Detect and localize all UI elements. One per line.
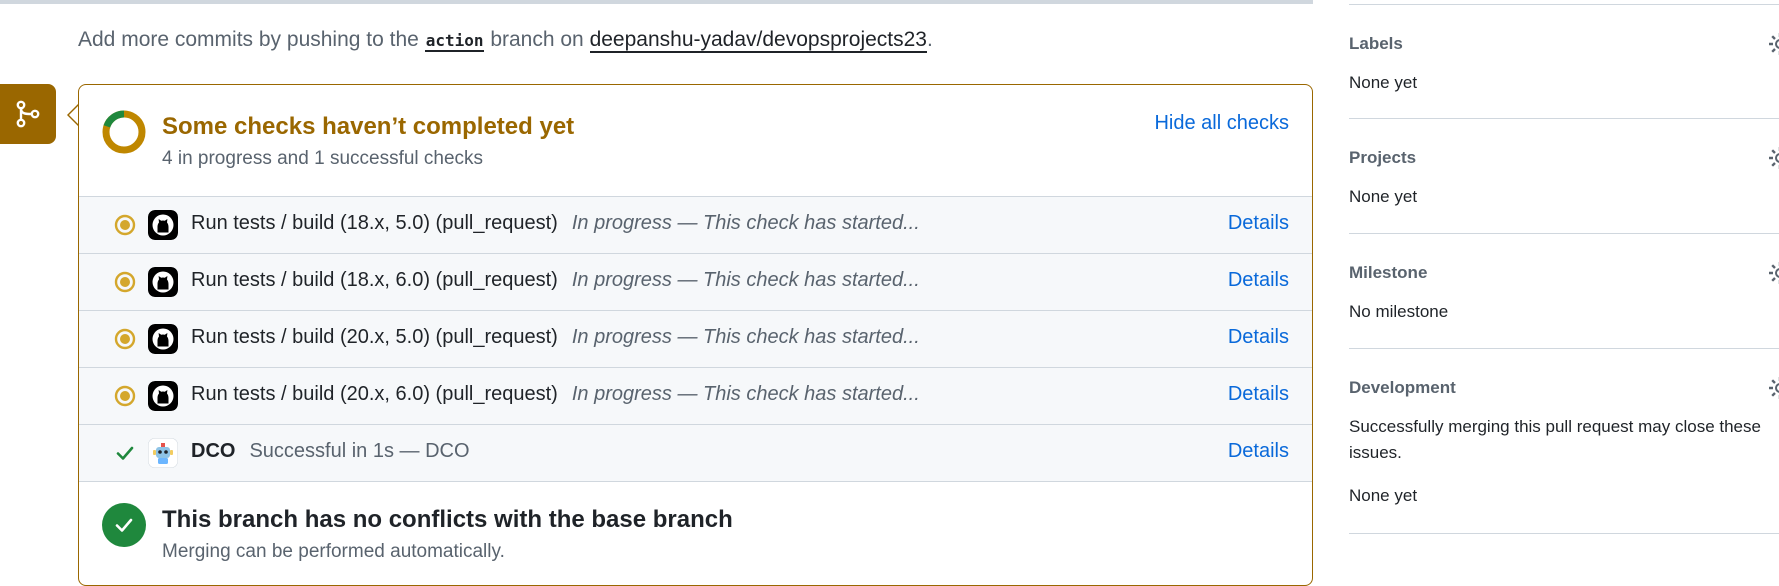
milestone-heading[interactable]: Milestone (1349, 263, 1427, 283)
github-icon (148, 267, 178, 297)
labels-heading[interactable]: Labels (1349, 34, 1403, 54)
milestone-value: No milestone (1349, 302, 1449, 321)
repo-link[interactable]: deepanshu-yadav/devopsprojects23 (589, 28, 927, 53)
development-description-line2: issues. (1349, 443, 1402, 462)
projects-heading[interactable]: Projects (1349, 148, 1416, 168)
dco-bot-icon (148, 438, 178, 468)
gear-icon[interactable] (1767, 145, 1779, 171)
github-icon (148, 210, 178, 240)
branch-name[interactable]: action (424, 31, 485, 52)
check-details-link[interactable]: Details (1228, 269, 1289, 292)
check-name: DCO (191, 440, 236, 462)
sidebar-section-labels: Labels None yet (1349, 4, 1779, 119)
hide-all-checks-link[interactable]: Hide all checks (1154, 112, 1289, 135)
development-heading[interactable]: Development (1349, 378, 1456, 398)
sidebar-section-development: Development Successfully merging this pu… (1349, 348, 1779, 534)
gear-icon[interactable] (1767, 31, 1779, 57)
push-hint-suffix: . (926, 28, 933, 51)
check-row: Run tests / build (18.x, 5.0) (pull_requ… (79, 197, 1312, 254)
merge-box: Some checks haven’t completed yet 4 in p… (78, 84, 1313, 586)
check-row: Run tests / build (18.x, 6.0) (pull_requ… (79, 254, 1312, 311)
sidebar-section-projects: Projects None yet (1349, 118, 1779, 234)
projects-value: None yet (1349, 187, 1418, 206)
github-icon (148, 381, 178, 411)
push-hint-prefix: Add more commits by pushing to the (78, 28, 419, 51)
in-progress-icon (114, 271, 136, 293)
gear-icon[interactable] (1767, 375, 1779, 401)
push-hint-middle: branch on (490, 28, 584, 51)
check-row: DCO Successful in 1s — DCO Details (79, 425, 1312, 482)
in-progress-icon (114, 214, 136, 236)
git-branch-icon (16, 100, 40, 128)
checks-title: Some checks haven’t completed yet (162, 113, 575, 140)
timeline-divider (0, 0, 1313, 4)
development-value: None yet (1349, 486, 1418, 505)
check-row: Run tests / build (20.x, 5.0) (pull_requ… (79, 311, 1312, 368)
no-conflicts-title: This branch has no conflicts with the ba… (162, 506, 733, 533)
check-description: In progress — This check has started... (571, 269, 920, 291)
check-name: Run tests / build (18.x, 5.0) (pull_requ… (191, 212, 558, 234)
check-details-link[interactable]: Details (1228, 212, 1289, 235)
in-progress-icon (114, 385, 136, 407)
no-conflicts-section: This branch has no conflicts with the ba… (79, 480, 1312, 585)
check-name: Run tests / build (20.x, 6.0) (pull_requ… (191, 383, 558, 405)
no-conflicts-subtitle: Merging can be performed automatically. (162, 541, 505, 562)
check-description: In progress — This check has started... (571, 326, 920, 348)
push-hint: Add more commits by pushing to the actio… (78, 28, 933, 53)
checks-progress-donut-icon (102, 110, 146, 154)
check-icon (116, 446, 134, 460)
check-description: In progress — This check has started... (571, 383, 920, 405)
sidebar-section-divider (1349, 533, 1779, 567)
checks-list: Run tests / build (18.x, 5.0) (pull_requ… (79, 197, 1312, 482)
merge-status-badge (0, 84, 56, 144)
sidebar: Labels None yet Projects None yet Milest… (1349, 0, 1779, 566)
check-details-link[interactable]: Details (1228, 326, 1289, 349)
in-progress-icon (114, 328, 136, 350)
check-description: Successful in 1s — DCO (249, 440, 470, 462)
check-name: Run tests / build (20.x, 5.0) (pull_requ… (191, 326, 558, 348)
sidebar-section-milestone: Milestone No milestone (1349, 233, 1779, 349)
check-row: Run tests / build (20.x, 6.0) (pull_requ… (79, 368, 1312, 425)
check-description: In progress — This check has started... (571, 212, 920, 234)
check-details-link[interactable]: Details (1228, 383, 1289, 406)
checks-summary: 4 in progress and 1 successful checks (162, 148, 484, 169)
checks-header: Some checks haven’t completed yet 4 in p… (79, 85, 1312, 197)
check-name: Run tests / build (18.x, 6.0) (pull_requ… (191, 269, 558, 291)
labels-value: None yet (1349, 73, 1418, 92)
success-check-icon (102, 503, 146, 547)
development-description-line1: Successfully merging this pull request m… (1349, 417, 1761, 436)
check-details-link[interactable]: Details (1228, 440, 1289, 463)
gear-icon[interactable] (1767, 260, 1779, 286)
github-icon (148, 324, 178, 354)
